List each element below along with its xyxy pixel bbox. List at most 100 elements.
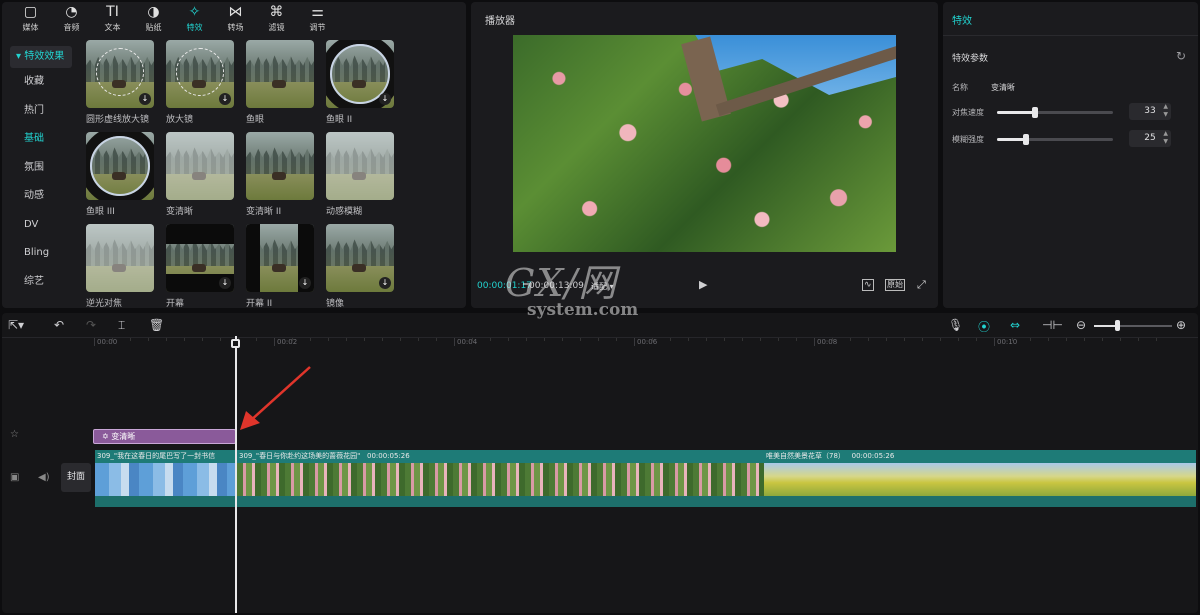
effect-card[interactable]: 逆光对焦 bbox=[86, 224, 154, 308]
ruler-minor-tick bbox=[688, 338, 689, 341]
param-slider-knob[interactable] bbox=[1032, 107, 1039, 118]
preview-axis-icon[interactable]: ⊣⊢ bbox=[1042, 318, 1063, 332]
effect-card[interactable]: 变清晰 II bbox=[246, 132, 314, 217]
thumb-globe bbox=[90, 136, 150, 196]
download-icon[interactable]: ↓ bbox=[139, 93, 151, 105]
category-item[interactable]: 热门 bbox=[2, 97, 78, 126]
category-item[interactable]: 氛围 bbox=[2, 154, 78, 183]
clip-filmstrip bbox=[95, 463, 237, 496]
effect-name: 开幕 bbox=[166, 299, 185, 308]
time-ruler[interactable]: 00:00 00:02 00:04 00:06 00:08 00:10 bbox=[94, 338, 1198, 350]
original-ratio-button[interactable]: 原始 bbox=[885, 279, 905, 291]
playhead-handle[interactable] bbox=[231, 339, 240, 348]
ruler-minor-tick bbox=[742, 338, 743, 341]
effect-card[interactable]: ↓ 镜像 bbox=[326, 224, 394, 308]
effect-name: 圆形虚线放大镜 bbox=[86, 115, 150, 125]
effect-name: 镜像 bbox=[326, 299, 345, 308]
toolbar-tab-5[interactable]: ⋈ 转场 bbox=[215, 2, 256, 36]
toolbar-tab-label: 滤镜 bbox=[268, 23, 285, 32]
video-clip[interactable]: 309_"我在这春日的尾巴写了一封书信 bbox=[95, 450, 237, 507]
effect-clip[interactable]: ✡ 变清晰 bbox=[93, 429, 236, 444]
toolbar-tab-2[interactable]: TI 文本 bbox=[92, 2, 133, 36]
reset-icon[interactable]: ↻ bbox=[1176, 49, 1186, 63]
redo-icon[interactable]: ↷ bbox=[86, 318, 96, 332]
effect-card[interactable]: ↓ 开幕 II bbox=[246, 224, 314, 308]
cover-button[interactable]: 封面 bbox=[61, 463, 91, 492]
effect-card[interactable]: ↓ 圆形虚线放大镜 bbox=[86, 40, 154, 125]
effect-card[interactable]: ↓ 鱼眼 II bbox=[326, 40, 394, 125]
clip-duration: 00:00:05:26 bbox=[367, 452, 410, 460]
download-icon[interactable]: ↓ bbox=[219, 277, 231, 289]
ruler-minor-tick bbox=[724, 338, 725, 341]
param-slider[interactable] bbox=[997, 134, 1113, 145]
download-icon[interactable]: ↓ bbox=[299, 277, 311, 289]
effect-card[interactable]: 鱼眼 III bbox=[86, 132, 154, 217]
effect-clip-label: 变清晰 bbox=[111, 432, 136, 441]
effect-card[interactable]: ↓ 开幕 bbox=[166, 224, 234, 308]
ruler-minor-tick bbox=[1120, 338, 1121, 341]
ruler-minor-tick bbox=[1084, 338, 1085, 341]
zoom-slider-knob[interactable] bbox=[1115, 320, 1120, 331]
toolbar-tab-4[interactable]: ✧ 特效 bbox=[174, 2, 215, 36]
stepper-icon[interactable]: ▲ ▼ bbox=[1163, 103, 1168, 119]
ruler-minor-tick bbox=[1048, 338, 1049, 341]
split-icon[interactable]: ⌶ bbox=[118, 318, 125, 333]
thumb-fog bbox=[86, 224, 154, 292]
download-icon[interactable]: ↓ bbox=[379, 277, 391, 289]
ruler-minor-tick bbox=[508, 338, 509, 341]
magnet-icon[interactable]: ⦿ bbox=[978, 318, 990, 335]
effect-card[interactable]: ↓ 放大镜 bbox=[166, 40, 234, 125]
delete-icon[interactable]: 🗑 bbox=[149, 318, 164, 332]
effect-settings-header: 特效 bbox=[943, 2, 1198, 36]
waveform-icon[interactable]: ∿ bbox=[862, 279, 874, 291]
zoom-out-icon[interactable]: ⊖ bbox=[1076, 318, 1086, 332]
param-value-input[interactable]: 25 ▲ ▼ bbox=[1129, 130, 1171, 147]
ruler-minor-tick bbox=[472, 338, 473, 341]
playhead[interactable] bbox=[235, 336, 237, 613]
clip-title: 唯美自然美景花草（78） bbox=[766, 452, 845, 460]
effect-card[interactable]: 动感模糊 bbox=[326, 132, 394, 217]
param-slider[interactable] bbox=[997, 107, 1113, 118]
thumb-trees bbox=[246, 147, 314, 174]
effect-card[interactable]: 鱼眼 bbox=[246, 40, 314, 125]
param-slider-knob[interactable] bbox=[1023, 134, 1029, 145]
effect-thumbnail bbox=[246, 40, 314, 108]
toolbar-tab-0[interactable]: ▢ 媒体 bbox=[10, 2, 51, 36]
param-value-input[interactable]: 33 ▲ ▼ bbox=[1129, 103, 1171, 120]
download-icon[interactable]: ↓ bbox=[379, 93, 391, 105]
category-item[interactable]: Bling bbox=[2, 239, 78, 268]
category-item[interactable]: 基础 bbox=[2, 125, 78, 154]
video-clip[interactable]: 唯美自然美景花草（78） 00:00:05:26 bbox=[764, 450, 1196, 507]
video-preview[interactable] bbox=[513, 35, 896, 252]
download-icon[interactable]: ↓ bbox=[219, 93, 231, 105]
effect-card[interactable]: 变清晰 bbox=[166, 132, 234, 217]
name-label: 名称 bbox=[952, 83, 968, 92]
microphone-icon[interactable]: 🎙 bbox=[948, 318, 963, 332]
ruler-tick: 00:08 bbox=[814, 338, 837, 346]
mute-icon[interactable]: ◀) bbox=[38, 472, 50, 483]
toolbar-tab-label: 调节 bbox=[309, 23, 326, 32]
ruler-minor-tick bbox=[904, 338, 905, 341]
ruler-minor-tick bbox=[670, 338, 671, 341]
stepper-icon[interactable]: ▲ ▼ bbox=[1163, 130, 1168, 146]
toolbar-tab-6[interactable]: ⌘ 滤镜 bbox=[256, 2, 297, 36]
category-item[interactable]: 动感 bbox=[2, 182, 78, 211]
category-header[interactable]: ▾ 特效效果 bbox=[10, 46, 72, 68]
ruler-minor-tick bbox=[346, 338, 347, 341]
fullscreen-icon[interactable]: ⤢ bbox=[917, 278, 926, 292]
toolbar-tab-3[interactable]: ◑ 贴纸 bbox=[133, 2, 174, 36]
category-item[interactable]: DV bbox=[2, 211, 78, 240]
play-button-icon[interactable]: ▶ bbox=[699, 278, 707, 291]
toolbar-tab-1[interactable]: ◔ 音频 bbox=[51, 2, 92, 36]
thumb-deer bbox=[192, 264, 206, 272]
video-clip[interactable]: 309_"春日与你赴约这场美的蔷薇花园" 00:00:05:26 bbox=[237, 450, 764, 507]
category-item[interactable]: 综艺 bbox=[2, 268, 78, 297]
clip-duration: 00:00:05:26 bbox=[851, 452, 895, 460]
undo-icon[interactable]: ↶ bbox=[54, 318, 64, 332]
zoom-in-icon[interactable]: ⊕ bbox=[1176, 318, 1186, 332]
select-tool-icon[interactable]: ⇱▾ bbox=[8, 318, 24, 332]
category-item[interactable]: 收藏 bbox=[2, 68, 78, 97]
toolbar-tab-7[interactable]: ⚌ 调节 bbox=[297, 2, 338, 36]
clip-header: 唯美自然美景花草（78） 00:00:05:26 bbox=[764, 450, 1196, 463]
link-icon[interactable]: ⇔ bbox=[1010, 318, 1020, 332]
